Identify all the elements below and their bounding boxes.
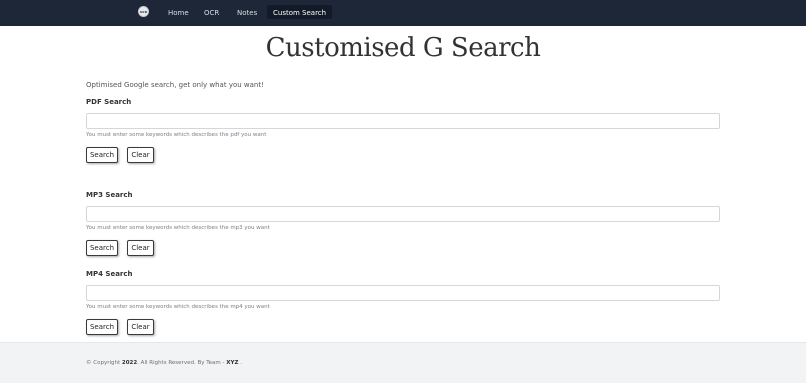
top-navbar: OCR Home OCR Notes Custom Search	[0, 0, 806, 26]
pdf-clear-button[interactable]: Clear	[127, 147, 154, 163]
copyright-suffix: .	[238, 360, 242, 366]
mp4-clear-button[interactable]: Clear	[127, 319, 154, 335]
logo-icon[interactable]: OCR	[138, 6, 149, 17]
team-name: XYZ	[226, 360, 239, 366]
copyright-middle: . All Rights Reserved. By Team -	[137, 360, 227, 366]
pdf-search-help: You must enter some keywords which descr…	[86, 132, 267, 138]
nav-link-notes[interactable]: Notes	[237, 7, 257, 21]
mp3-search-label: MP3 Search	[86, 191, 133, 199]
copyright-text: © Copyright 2022. All Rights Reserved. B…	[86, 360, 242, 366]
mp3-search-input[interactable]	[86, 206, 720, 222]
nav-link-ocr[interactable]: OCR	[204, 7, 219, 21]
mp4-search-help: You must enter some keywords which descr…	[86, 304, 270, 310]
mp3-search-button[interactable]: Search	[86, 240, 118, 256]
copyright-prefix: © Copyright	[86, 360, 122, 366]
pdf-search-button[interactable]: Search	[86, 147, 118, 163]
pdf-search-input[interactable]	[86, 113, 720, 129]
mp4-search-label: MP4 Search	[86, 270, 133, 278]
page-footer: © Copyright 2022. All Rights Reserved. B…	[0, 342, 806, 383]
page-title: Customised G Search	[265, 33, 541, 63]
copyright-year: 2022	[121, 360, 138, 366]
nav-link-home[interactable]: Home	[168, 7, 189, 21]
mp4-search-input[interactable]	[86, 285, 720, 301]
mp3-clear-button[interactable]: Clear	[127, 240, 154, 256]
page-subtitle: Optimised Google search, get only what y…	[86, 81, 264, 89]
mp4-search-button[interactable]: Search	[86, 319, 118, 335]
nav-link-custom-search[interactable]: Custom Search	[267, 5, 333, 19]
mp3-search-help: You must enter some keywords which descr…	[86, 225, 270, 231]
pdf-search-label: PDF Search	[86, 98, 132, 106]
